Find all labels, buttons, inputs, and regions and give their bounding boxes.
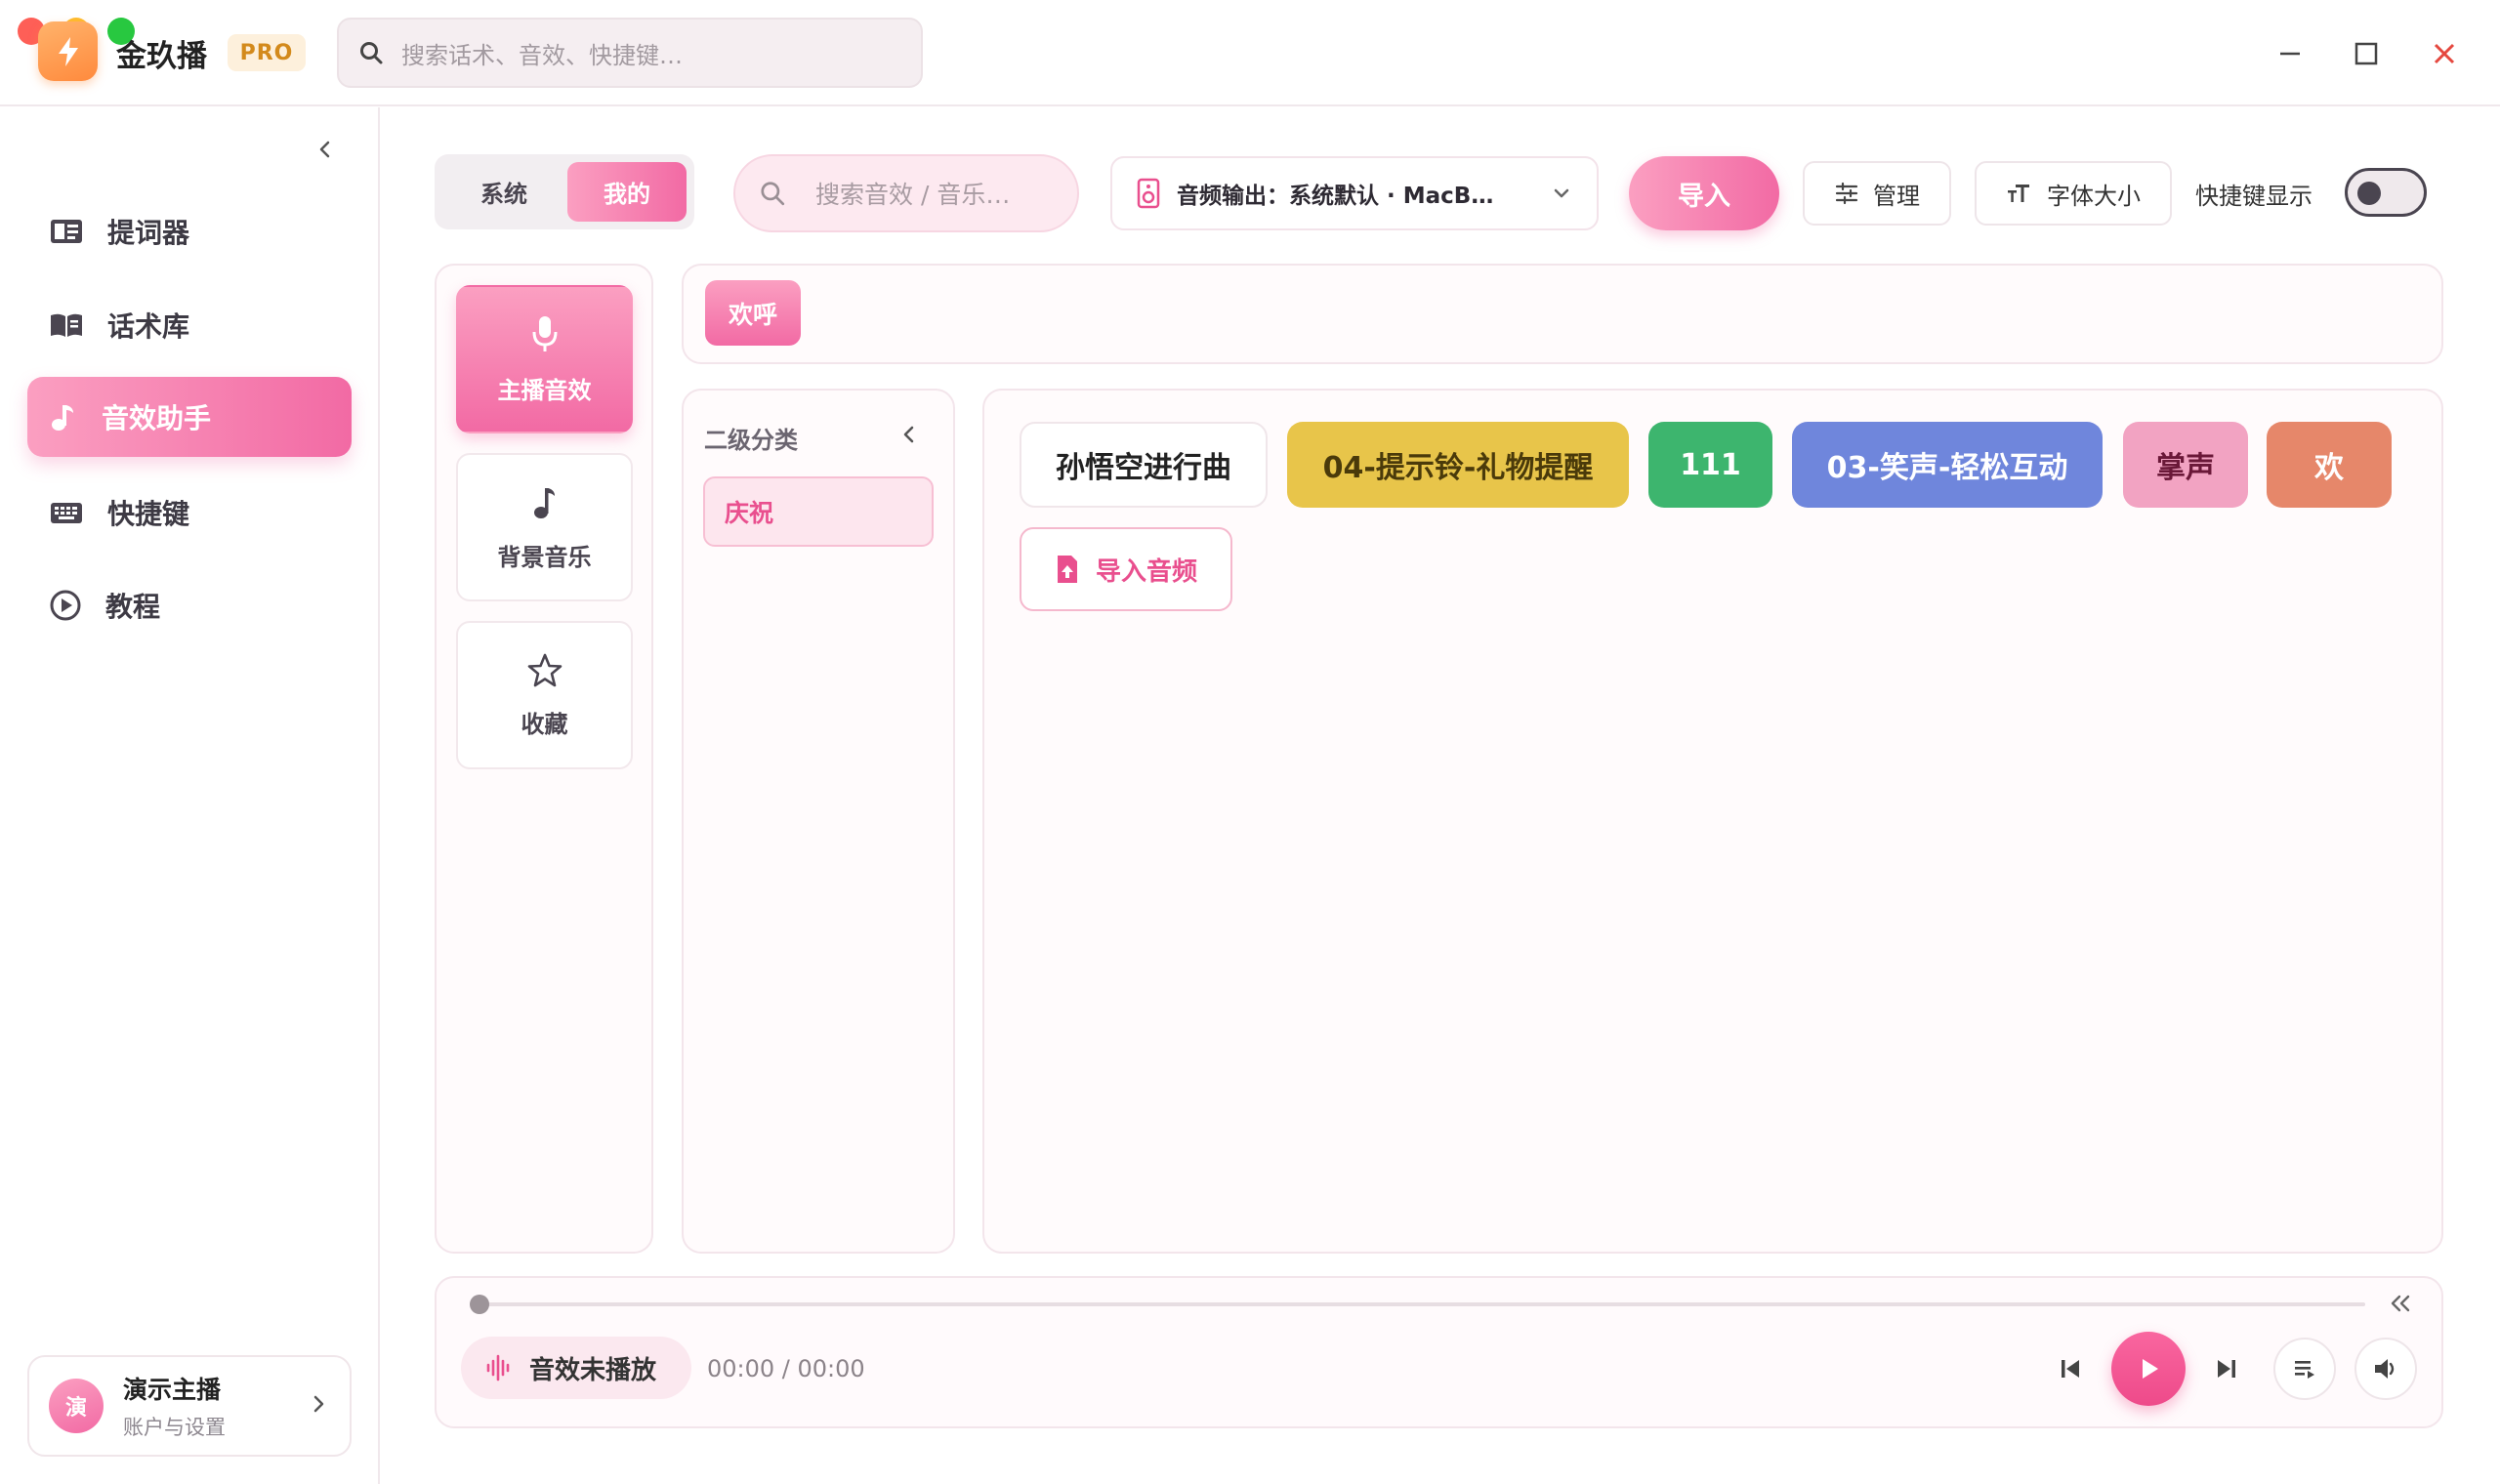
playlist-button[interactable] [2273, 1338, 2336, 1400]
playback-status: 音效未播放 [461, 1337, 691, 1399]
previous-button[interactable] [2055, 1349, 2086, 1388]
import-audio-label: 导入音频 [1095, 556, 1197, 587]
speaker-icon [1137, 178, 1160, 209]
subcategory-collapse-button[interactable] [898, 422, 920, 451]
file-upload-icon [1057, 556, 1077, 583]
search-icon [761, 182, 785, 206]
lightning-icon [58, 36, 78, 66]
playback-status-label: 音效未播放 [529, 1355, 657, 1385]
category-label: 收藏 [521, 710, 568, 738]
volume-icon [2375, 1359, 2395, 1379]
sidebar-item-label: 提词器 [107, 217, 190, 249]
sliders-icon [1835, 182, 1858, 205]
toggle-knob [2357, 182, 2381, 205]
sidebar-item-shortcuts[interactable]: 快捷键 [27, 473, 352, 553]
category-favorites[interactable]: 收藏 [456, 621, 633, 769]
sidebar-item-scripts[interactable]: 话术库 [27, 285, 352, 365]
category-host-sfx[interactable]: 主播音效 [456, 285, 633, 433]
star-icon [527, 653, 562, 686]
music-note-icon [52, 405, 73, 431]
tab-mine[interactable]: 我的 [567, 162, 687, 222]
tag-cheer[interactable]: 欢呼 [705, 280, 801, 346]
sound-search-placeholder: 搜索音效 / 音乐… [815, 181, 1011, 209]
manage-label: 管理 [1873, 182, 1920, 210]
chevron-left-icon [903, 426, 914, 443]
teleprompter-icon [51, 220, 82, 243]
close-button[interactable] [2420, 29, 2469, 78]
sidebar-item-label: 音效助手 [102, 402, 212, 434]
shortcut-display-toggle[interactable] [2345, 168, 2427, 217]
subcategory-title: 二级分类 [704, 427, 798, 454]
maximize-icon [2354, 42, 2378, 65]
skip-next-icon [2218, 1360, 2235, 1378]
subcategory-item-celebrate[interactable]: 庆祝 [703, 476, 934, 547]
progress-track[interactable] [471, 1302, 2365, 1306]
sound-button[interactable]: 掌声 [2123, 422, 2248, 508]
playback-time: 00:00 / 00:00 [707, 1355, 865, 1382]
skip-previous-icon [2062, 1360, 2079, 1378]
book-icon [51, 313, 82, 337]
chevron-left-icon [319, 141, 330, 158]
microphone-icon [532, 315, 557, 351]
pro-badge: PRO [228, 34, 306, 71]
global-search-placeholder: 搜索话术、音效、快捷键… [401, 41, 683, 69]
font-size-button[interactable]: 字体大小 [1975, 161, 2172, 226]
sidebar-item-sound-effects[interactable]: 音效助手 [27, 377, 352, 457]
sound-search-input[interactable]: 搜索音效 / 音乐… [733, 154, 1079, 232]
sidebar-item-label: 快捷键 [107, 498, 190, 530]
waveform-icon [486, 1354, 510, 1381]
audio-output-label: 音频输出：系统默认 · MacB… [1177, 184, 1494, 209]
sidebar-item-tutorial[interactable]: 教程 [27, 565, 352, 645]
chevron-right-icon [313, 1395, 324, 1413]
sidebar-collapse-button[interactable] [311, 135, 340, 164]
double-chevron-left-icon [2391, 1295, 2410, 1312]
audio-output-select[interactable]: 音频输出：系统默认 · MacB… [1110, 156, 1599, 230]
font-size-icon [2008, 185, 2029, 202]
play-circle-icon [50, 590, 81, 621]
avatar: 演 [49, 1379, 104, 1433]
sidebar-item-label: 话术库 [107, 310, 190, 343]
tab-system[interactable]: 系统 [440, 162, 567, 222]
manage-button[interactable]: 管理 [1803, 161, 1951, 226]
minimize-button[interactable] [2266, 29, 2314, 78]
tag-bar [682, 264, 2443, 364]
music-note-icon [533, 487, 555, 518]
playlist-icon [2295, 1361, 2314, 1379]
next-button[interactable] [2211, 1349, 2242, 1388]
player-expand-button[interactable] [2387, 1289, 2416, 1322]
app-logo [38, 21, 98, 81]
sound-button[interactable]: 111 [1648, 422, 1772, 508]
import-button[interactable]: 导入 [1629, 156, 1779, 230]
source-segmented-control: 系统 我的 [435, 154, 694, 229]
category-label: 主播音效 [497, 376, 592, 404]
user-subtitle: 账户与设置 [123, 1416, 226, 1439]
sound-grid-panel [982, 389, 2443, 1254]
progress-handle[interactable] [470, 1295, 489, 1314]
sound-button[interactable]: 03-笑声-轻松互动 [1792, 422, 2103, 508]
user-name: 演示主播 [123, 1376, 222, 1404]
sound-button[interactable]: 欢 [2267, 422, 2392, 508]
category-label: 背景音乐 [497, 543, 592, 571]
user-account-card[interactable]: 演 演示主播 账户与设置 [27, 1355, 352, 1457]
play-button[interactable] [2111, 1332, 2186, 1406]
search-icon [360, 42, 383, 64]
import-audio-button[interactable]: 导入音频 [1020, 527, 1232, 611]
maximize-button[interactable] [2342, 29, 2391, 78]
font-size-label: 字体大小 [2047, 182, 2141, 210]
volume-button[interactable] [2354, 1338, 2417, 1400]
sidebar-item-label: 教程 [105, 591, 161, 623]
sound-button[interactable]: 孙悟空进行曲 [1020, 422, 1268, 508]
chevron-down-icon [1554, 188, 1569, 198]
shortcut-display-label: 快捷键显示 [2195, 183, 2312, 210]
sidebar-item-teleprompter[interactable]: 提词器 [27, 191, 352, 271]
play-icon [2143, 1359, 2158, 1379]
sound-button[interactable]: 04-提示铃-礼物提醒 [1287, 422, 1629, 508]
app-name: 金玖播 [116, 39, 207, 74]
keyboard-icon [51, 503, 82, 523]
close-icon [2434, 43, 2455, 64]
minimize-icon [2280, 52, 2300, 56]
category-background-music[interactable]: 背景音乐 [456, 453, 633, 601]
global-search[interactable]: 搜索话术、音效、快捷键… [337, 18, 923, 88]
